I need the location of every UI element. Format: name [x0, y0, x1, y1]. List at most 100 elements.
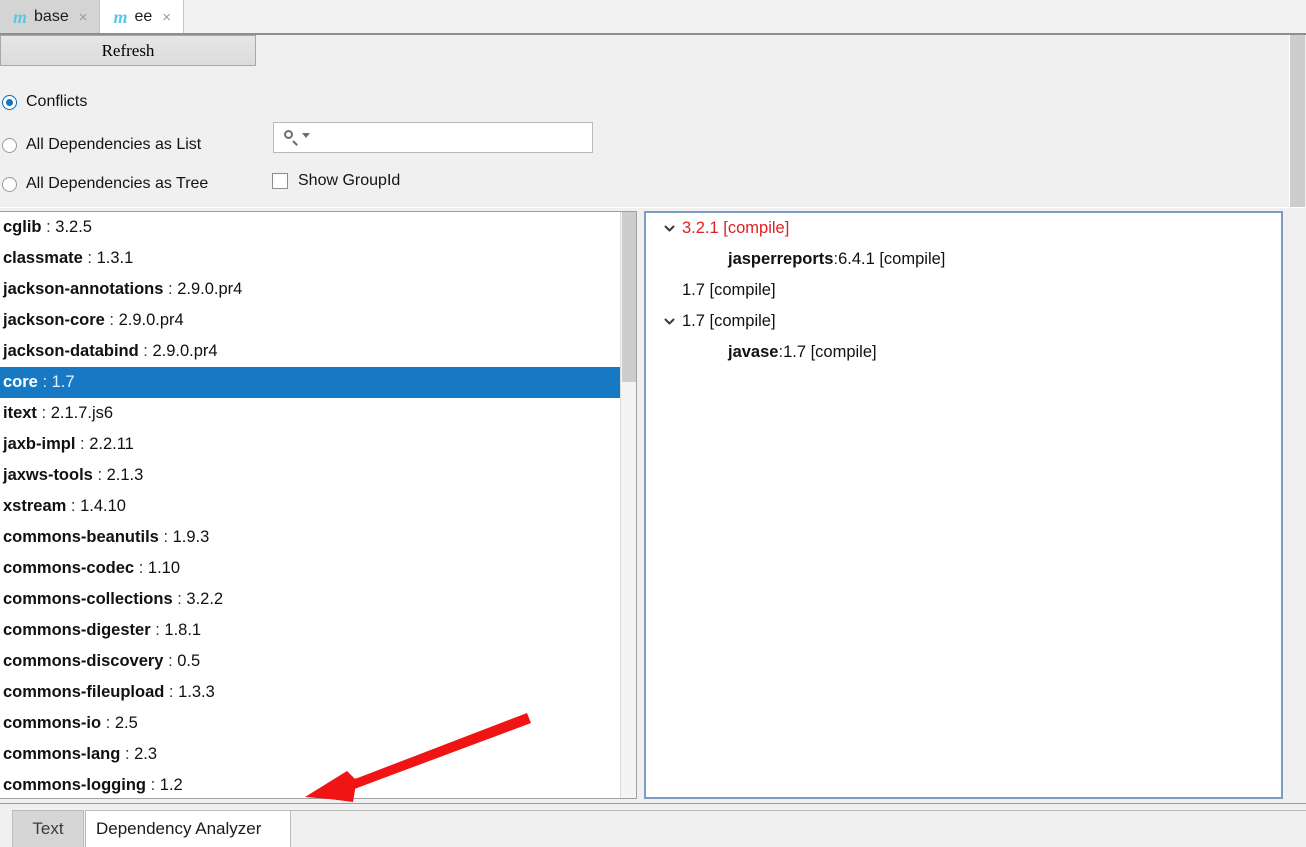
options-panel-scrollbar[interactable] — [1289, 35, 1306, 207]
dependency-version: 1.10 — [147, 559, 181, 577]
dependency-version-scope: 1.7 [compile] — [682, 281, 776, 299]
dependency-separator: : — [163, 652, 178, 670]
dependency-list-item[interactable]: commons-codec : 1.10 — [0, 553, 621, 584]
radio-label: Conflicts — [26, 93, 88, 110]
dependency-artifact: jackson-core — [3, 311, 105, 329]
dependency-artifact: commons-fileupload — [3, 683, 165, 701]
dependency-version: 3.2.2 — [186, 590, 224, 608]
radio-indicator[interactable] — [2, 176, 17, 192]
dependency-version: 1.2 — [159, 776, 183, 794]
dependency-separator: : — [158, 528, 173, 546]
dependency-version: 2.5 — [114, 714, 138, 732]
chevron-down-icon[interactable] — [656, 222, 682, 235]
dependency-list-item[interactable]: commons-io : 2.5 — [0, 708, 621, 739]
checkbox-show-groupid[interactable]: Show GroupId — [272, 172, 400, 190]
dependency-list-item[interactable]: classmate : 1.3.1 — [0, 243, 621, 274]
close-icon[interactable]: × — [162, 10, 171, 25]
scrollbar-thumb[interactable] — [622, 212, 636, 382]
close-icon[interactable]: × — [79, 10, 88, 25]
dependency-separator: : — [150, 621, 165, 639]
dependency-separator: : — [164, 683, 179, 701]
dependency-separator: : — [146, 776, 160, 794]
dependency-version-scope: 1.7 [compile] — [682, 312, 776, 330]
dependency-tree[interactable]: 3.2.1 [compile] jasperreports : 6.4.1 [co… — [646, 213, 1281, 368]
dependency-list-item[interactable]: jackson-annotations : 2.9.0.pr4 — [0, 274, 621, 305]
dependency-separator: : — [41, 218, 56, 236]
radio-indicator[interactable] — [2, 137, 17, 153]
dependency-list-item[interactable]: jackson-databind : 2.9.0.pr4 — [0, 336, 621, 367]
dependency-separator: : — [101, 714, 115, 732]
dependency-artifact: jasperreports — [728, 250, 834, 268]
chevron-down-icon[interactable] — [302, 133, 310, 138]
maven-icon: m — [113, 7, 128, 27]
dependency-list-item[interactable]: commons-discovery : 0.5 — [0, 646, 621, 677]
dependency-artifact: xstream — [3, 497, 67, 515]
dependency-artifact: jackson-databind — [3, 342, 139, 360]
dependency-list-item[interactable]: xstream : 1.4.10 — [0, 491, 621, 522]
dependency-separator: : — [172, 590, 187, 608]
editor-tab-base[interactable]: m base × — [0, 0, 101, 34]
search-box[interactable] — [273, 122, 593, 153]
dependency-tree-row[interactable]: jasperreports : 6.4.1 [compile] — [646, 244, 1281, 275]
dependency-separator: : — [82, 249, 97, 267]
dependency-separator: : — [75, 435, 90, 453]
bottom-tab-bar: Text Dependency Analyzer — [0, 803, 1306, 847]
dependency-tree-row[interactable]: 1.7 [compile] — [646, 275, 1281, 306]
dependency-artifact: itext — [3, 404, 37, 422]
checkbox-label: Show GroupId — [298, 172, 401, 189]
dependency-list-item[interactable]: commons-collections : 3.2.2 — [0, 584, 621, 615]
dependency-artifact: commons-logging — [3, 776, 146, 794]
dependency-artifact: javase — [728, 343, 779, 361]
dependency-artifact: classmate — [3, 249, 83, 267]
dependency-version: 0.5 — [177, 652, 201, 670]
radio-all-dependencies-as-tree[interactable]: All Dependencies as Tree — [2, 175, 208, 193]
dependency-tree-row[interactable]: 1.7 [compile] — [646, 306, 1281, 337]
dependency-list-item[interactable]: jackson-core : 2.9.0.pr4 — [0, 305, 621, 336]
dependency-artifact: commons-digester — [3, 621, 151, 639]
tab-text[interactable]: Text — [12, 810, 84, 847]
scrollbar-thumb[interactable] — [1290, 35, 1305, 207]
chevron-down-icon[interactable] — [656, 315, 682, 328]
bottom-tab-bar-filler — [291, 810, 1306, 847]
radio-conflicts[interactable]: Conflicts — [2, 93, 87, 111]
dependency-list-item[interactable]: jaxws-tools : 2.1.3 — [0, 460, 621, 491]
dependency-tree-panel[interactable]: 3.2.1 [compile] jasperreports : 6.4.1 [co… — [644, 211, 1283, 799]
editor-tab-strip-filler — [184, 0, 1306, 33]
editor-tab-ee[interactable]: m ee × — [100, 0, 185, 34]
dependency-list-item[interactable]: commons-fileupload : 1.3.3 — [0, 677, 621, 708]
dependency-version-scope: 6.4.1 [compile] — [838, 250, 946, 268]
dependency-version: 2.9.0.pr4 — [152, 342, 218, 360]
editor-tab-label: base — [34, 8, 69, 25]
options-panel: Refresh Conflicts All Dependencies as Li… — [0, 35, 1306, 207]
dependency-version: 2.9.0.pr4 — [118, 311, 184, 329]
dependency-list-item[interactable]: commons-lang : 2.3 — [0, 739, 621, 770]
dependency-list-item[interactable]: commons-digester : 1.8.1 — [0, 615, 621, 646]
refresh-button[interactable]: Refresh — [0, 35, 256, 66]
radio-all-dependencies-as-list[interactable]: All Dependencies as List — [2, 136, 201, 154]
dependency-list-scrollbar[interactable] — [620, 212, 636, 798]
dependency-list-item[interactable]: itext : 2.1.7.js6 — [0, 398, 621, 429]
dependency-list-panel: cglib : 3.2.5 classmate : 1.3.1 jackson-an… — [0, 211, 637, 799]
dependency-tree-row[interactable]: javase : 1.7 [compile] — [646, 337, 1281, 368]
dependency-version-scope: 1.7 [compile] — [783, 343, 877, 361]
dependency-list-item[interactable]: jaxb-impl : 2.2.11 — [0, 429, 621, 460]
dependency-artifact: commons-collections — [3, 590, 173, 608]
dependency-tree-row[interactable]: 3.2.1 [compile] — [646, 213, 1281, 244]
dependency-list-item[interactable]: cglib : 3.2.5 — [0, 212, 621, 243]
dependency-separator: : — [66, 497, 81, 515]
dependency-version: 2.3 — [134, 745, 158, 763]
dependency-artifact: commons-io — [3, 714, 102, 732]
radio-indicator[interactable] — [2, 94, 17, 110]
search-input[interactable] — [310, 122, 592, 153]
dependency-version: 1.3.1 — [96, 249, 134, 267]
radio-label: All Dependencies as Tree — [26, 175, 209, 192]
tab-dependency-analyzer[interactable]: Dependency Analyzer — [85, 810, 291, 847]
checkbox-indicator[interactable] — [272, 173, 288, 189]
dependency-list-item[interactable]: core : 1.7 — [0, 367, 621, 398]
panel-splitter[interactable] — [637, 208, 644, 803]
dependency-list[interactable]: cglib : 3.2.5 classmate : 1.3.1 jackson-an… — [0, 212, 621, 798]
dependency-list-item[interactable]: commons-logging : 1.2 — [0, 770, 621, 798]
dependency-list-item[interactable]: commons-beanutils : 1.9.3 — [0, 522, 621, 553]
content-area: cglib : 3.2.5 classmate : 1.3.1 jackson-an… — [0, 208, 1306, 803]
dependency-version: 2.9.0.pr4 — [177, 280, 243, 298]
